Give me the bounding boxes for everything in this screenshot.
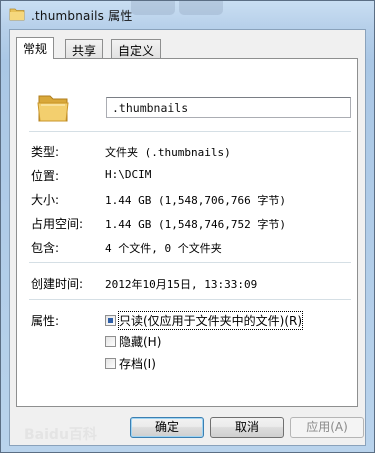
readonly-checkbox[interactable]: 只读(仅应用于文件夹中的文件)(R) <box>105 310 304 330</box>
checkbox-icon <box>105 335 116 347</box>
properties-dialog: .thumbnails 属性 常规 共享 自定义 类型: 文件夹 (.thumb… <box>0 0 375 453</box>
created-label: 创建时间: <box>31 277 84 291</box>
name-field[interactable] <box>106 97 351 118</box>
title-bar[interactable]: .thumbnails 属性 <box>1 1 374 29</box>
dialog-body: 常规 共享 自定义 类型: 文件夹 (.thumbnails) 位置: H:\D… <box>9 29 366 446</box>
size-on-disk-value: 1.44 GB (1,548,746,752 字节) <box>105 218 286 231</box>
watermark-logo: Baidu百科 <box>24 427 97 443</box>
ok-button[interactable]: 确定 <box>130 417 204 438</box>
readonly-checkbox-label: 只读(仅应用于文件夹中的文件)(R) <box>117 310 304 330</box>
tab-general[interactable]: 常规 <box>16 37 55 59</box>
hidden-checkbox[interactable]: 隐藏(H) <box>105 333 161 349</box>
divider <box>29 299 351 300</box>
archive-checkbox-label: 存档(I) <box>119 356 156 371</box>
folder-icon <box>9 8 25 21</box>
apply-button[interactable]: 应用(A) <box>290 417 364 438</box>
hidden-checkbox-label: 隐藏(H) <box>119 334 162 349</box>
size-label: 大小: <box>31 193 60 207</box>
type-value: 文件夹 (.thumbnails) <box>105 146 231 159</box>
size-value: 1.44 GB (1,548,706,766 字节) <box>105 194 286 207</box>
window-title: .thumbnails 属性 <box>31 9 133 23</box>
caption-button-ghost <box>131 1 175 15</box>
archive-checkbox[interactable]: 存档(I) <box>105 355 156 371</box>
location-label: 位置: <box>31 169 60 183</box>
caption-button-ghost <box>179 1 223 15</box>
location-value: H:\DCIM <box>105 168 152 181</box>
divider <box>29 131 351 132</box>
attributes-label: 属性: <box>31 314 60 328</box>
large-folder-icon <box>37 95 69 122</box>
cancel-button[interactable]: 取消 <box>210 417 284 438</box>
contains-value: 4 个文件, 0 个文件夹 <box>105 242 222 255</box>
size-on-disk-label: 占用空间: <box>31 217 84 231</box>
general-panel: 类型: 文件夹 (.thumbnails) 位置: H:\DCIM 大小: 1.… <box>16 58 358 407</box>
tab-customize[interactable]: 自定义 <box>111 39 162 58</box>
created-value: 2012年10月15日, 13:33:09 <box>105 278 258 291</box>
contains-label: 包含: <box>31 241 60 255</box>
type-label: 类型: <box>31 145 60 159</box>
tab-sharing[interactable]: 共享 <box>65 39 104 58</box>
divider <box>29 262 351 263</box>
checkbox-icon <box>105 357 116 369</box>
checkbox-indeterminate-icon <box>105 314 116 326</box>
